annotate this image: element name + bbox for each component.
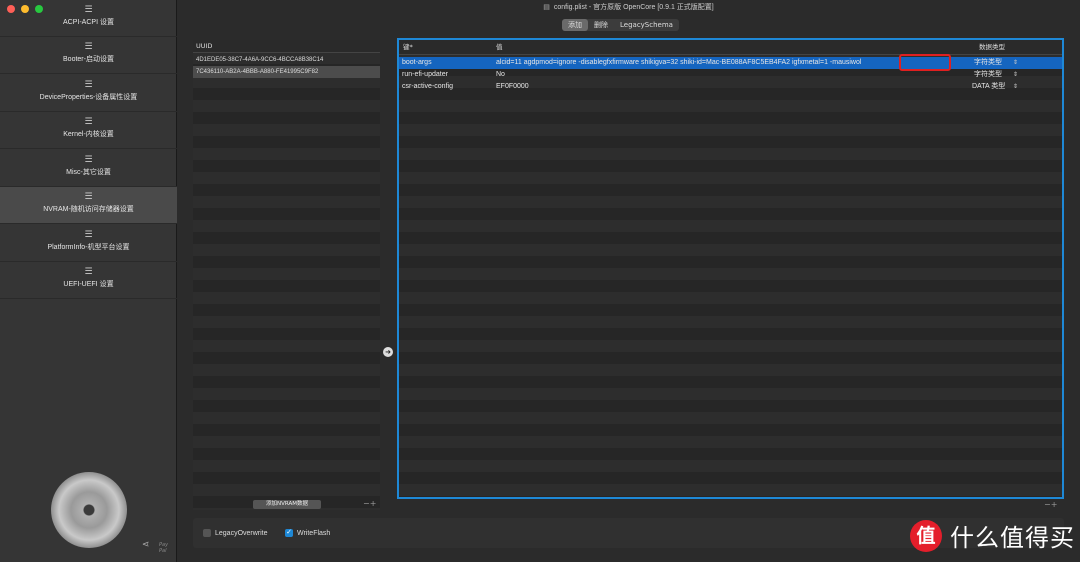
sidebar-item-booter[interactable]: ☰ Booter-启动设置	[0, 37, 177, 74]
row-type[interactable]: 字符类型	[974, 57, 1002, 69]
list-icon: ☰	[84, 80, 93, 90]
row-value[interactable]: EF0F0000	[496, 81, 529, 93]
share-icon[interactable]: ⋖	[142, 540, 150, 550]
checkbox-icon[interactable]	[203, 529, 211, 537]
tab-add[interactable]: 添加	[562, 19, 588, 31]
column-type[interactable]: 数据类型	[979, 40, 1005, 55]
table-row[interactable]: boot-args alcid=11 agdpmod=ignore -disab…	[399, 57, 1062, 69]
arrow-right-icon[interactable]: ➜	[383, 347, 393, 357]
list-icon: ☰	[84, 117, 93, 127]
column-value[interactable]: 值	[496, 40, 503, 55]
tab-delete[interactable]: 删除	[588, 19, 614, 31]
sidebar-item-nvram[interactable]: ☰ NVRAM-随机访问存储器设置	[0, 187, 177, 224]
uuid-list: UUID 4D1EDE05-38C7-4A6A-9CC6-4BCCA8B38C1…	[193, 40, 380, 510]
add-nvram-button[interactable]: 添加NVRAM数据	[253, 500, 321, 509]
uuid-add-remove[interactable]: −+	[363, 499, 376, 508]
row-type[interactable]: 字符类型	[974, 69, 1002, 81]
sidebar-item-acpi[interactable]: ☰ ACPI-ACPI 设置	[0, 0, 177, 37]
stepper-icon[interactable]: ⇕	[1013, 81, 1018, 93]
sidebar-item-misc[interactable]: ☰ Misc-其它设置	[0, 150, 177, 187]
row-type[interactable]: DATA 类型	[972, 81, 1005, 93]
list-icon: ☰	[84, 42, 93, 52]
list-icon: ☰	[84, 192, 93, 202]
sidebar: ☰ ACPI-ACPI 设置 ☰ Booter-启动设置 ☰ DeviceProper…	[0, 0, 177, 562]
app-window: ☰ ACPI-ACPI 设置 ☰ Booter-启动设置 ☰ DeviceProper…	[0, 0, 1080, 562]
document-icon: ▤	[543, 4, 550, 11]
paypal-logo[interactable]: Pay Pal	[159, 542, 176, 554]
tab-bar: 添加 删除 LegacySchema	[562, 19, 679, 31]
row-key[interactable]: run-efi-updater	[402, 69, 448, 81]
row-key[interactable]: boot-args	[402, 57, 432, 69]
uuid-row[interactable]: 7C436110-AB2A-4BBB-A880-FE41995C9F82	[193, 66, 380, 78]
stepper-icon[interactable]: ⇕	[1013, 57, 1018, 69]
row-value[interactable]: No	[496, 69, 505, 81]
tab-legacyschema[interactable]: LegacySchema	[614, 19, 679, 31]
watermark-text: 什么值得买	[950, 524, 1075, 552]
watermark: 值 什么值得买	[910, 518, 1075, 553]
uuid-row[interactable]: 4D1EDE05-38C7-4A6A-9CC6-4BCCA8B38C14	[193, 54, 380, 66]
list-icon: ☰	[84, 230, 93, 240]
table-row[interactable]: csr-active-config EF0F0000 DATA 类型 ⇕	[399, 81, 1062, 93]
disc-icon[interactable]	[51, 472, 127, 548]
nvram-table: 键* 值 数据类型 boot-args alcid=11 agdpmod=ign…	[397, 38, 1064, 499]
list-icon: ☰	[84, 155, 93, 165]
highlight-box	[899, 54, 951, 71]
stepper-icon[interactable]: ⇕	[1013, 69, 1018, 81]
uuid-header[interactable]: UUID	[193, 40, 380, 53]
sidebar-item-platforminfo[interactable]: ☰ PlatformInfo-机型平台设置	[0, 225, 177, 262]
sidebar-item-uefi[interactable]: ☰ UEFI-UEFI 设置	[0, 262, 177, 299]
list-icon: ☰	[84, 267, 93, 277]
sidebar-item-deviceproperties[interactable]: ☰ DeviceProperties-设备属性设置	[0, 75, 177, 112]
window-title: config.plist - 官方原版 OpenCore [0.9.1 正式版配…	[553, 4, 714, 11]
table-add-remove[interactable]: −+	[1044, 500, 1057, 509]
row-value[interactable]: alcid=11 agdpmod=ignore -disablegfxfirmw…	[496, 57, 861, 69]
list-icon: ☰	[84, 5, 93, 15]
smzdm-logo-icon: 值	[910, 519, 942, 552]
legacy-overwrite-checkbox[interactable]: LegacyOverwrite	[203, 529, 268, 537]
write-flash-checkbox[interactable]: ✓ WriteFlash	[285, 529, 330, 537]
table-header: 键* 值 数据类型	[399, 40, 1062, 55]
column-key[interactable]: 键*	[403, 40, 413, 55]
table-row[interactable]: run-efi-updater No 字符类型 ⇕	[399, 69, 1062, 81]
title-bar: ▤ config.plist - 官方原版 OpenCore [0.9.1 正式版…	[177, 0, 1080, 16]
row-key[interactable]: csr-active-config	[402, 81, 453, 93]
checkmark-icon[interactable]: ✓	[285, 529, 293, 537]
sidebar-item-kernel[interactable]: ☰ Kernel-内核设置	[0, 112, 177, 149]
